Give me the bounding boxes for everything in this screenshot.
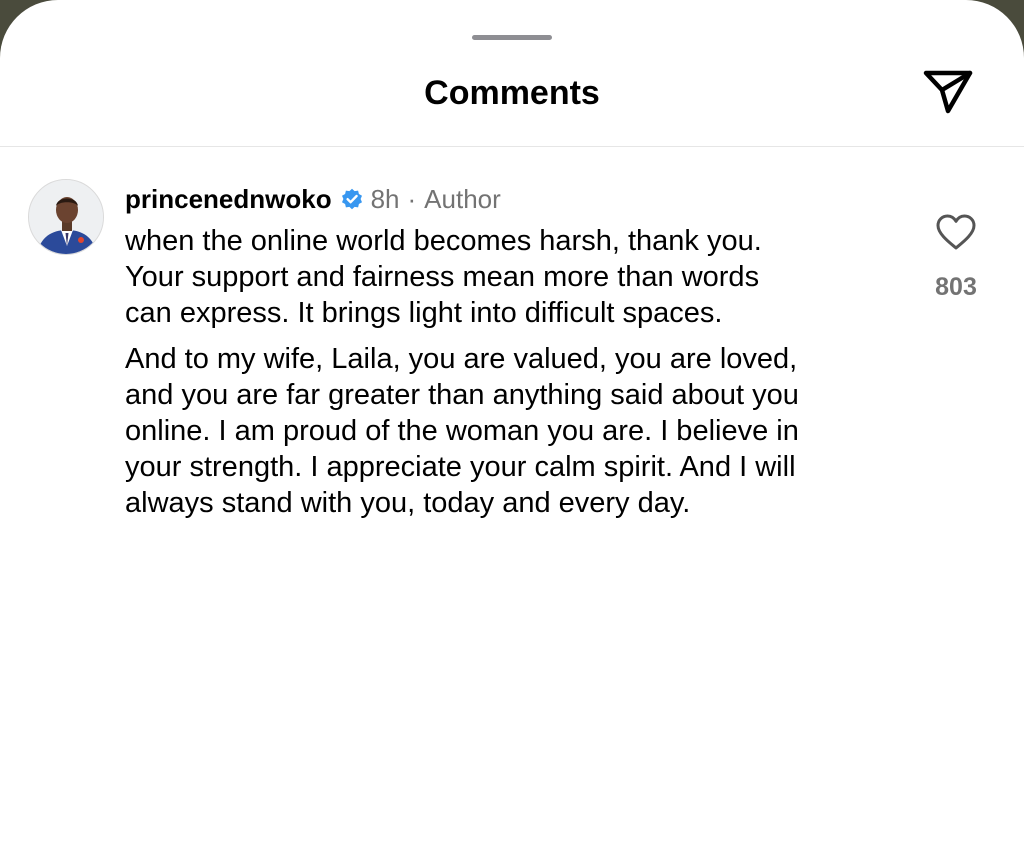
meta-separator: · bbox=[407, 183, 417, 214]
share-button[interactable] bbox=[918, 66, 978, 122]
comment-paragraph-1: when the online world becomes harsh, tha… bbox=[125, 225, 762, 329]
paper-plane-icon bbox=[921, 67, 975, 122]
verified-badge-icon bbox=[340, 187, 364, 211]
username-link[interactable]: princenednwoko bbox=[125, 184, 332, 215]
comments-header: Comments bbox=[0, 0, 1024, 147]
comment-paragraph-2: And to my wife, Laila, you are valued, y… bbox=[125, 343, 799, 519]
comment-meta: princenednwoko 8h · Author bbox=[125, 183, 501, 215]
author-label: Author bbox=[424, 183, 501, 214]
like-control: 803 bbox=[920, 213, 992, 302]
like-button[interactable] bbox=[920, 213, 992, 253]
comment-timestamp: 8h bbox=[370, 183, 400, 214]
heart-outline-icon bbox=[935, 213, 977, 253]
avatar[interactable] bbox=[28, 179, 104, 255]
comment-body: when the online world becomes harsh, tha… bbox=[125, 223, 905, 531]
comments-sheet: Comments princenednwoko 8h · Author when… bbox=[0, 0, 1024, 848]
like-count: 803 bbox=[935, 273, 977, 301]
page-title: Comments bbox=[424, 74, 600, 112]
